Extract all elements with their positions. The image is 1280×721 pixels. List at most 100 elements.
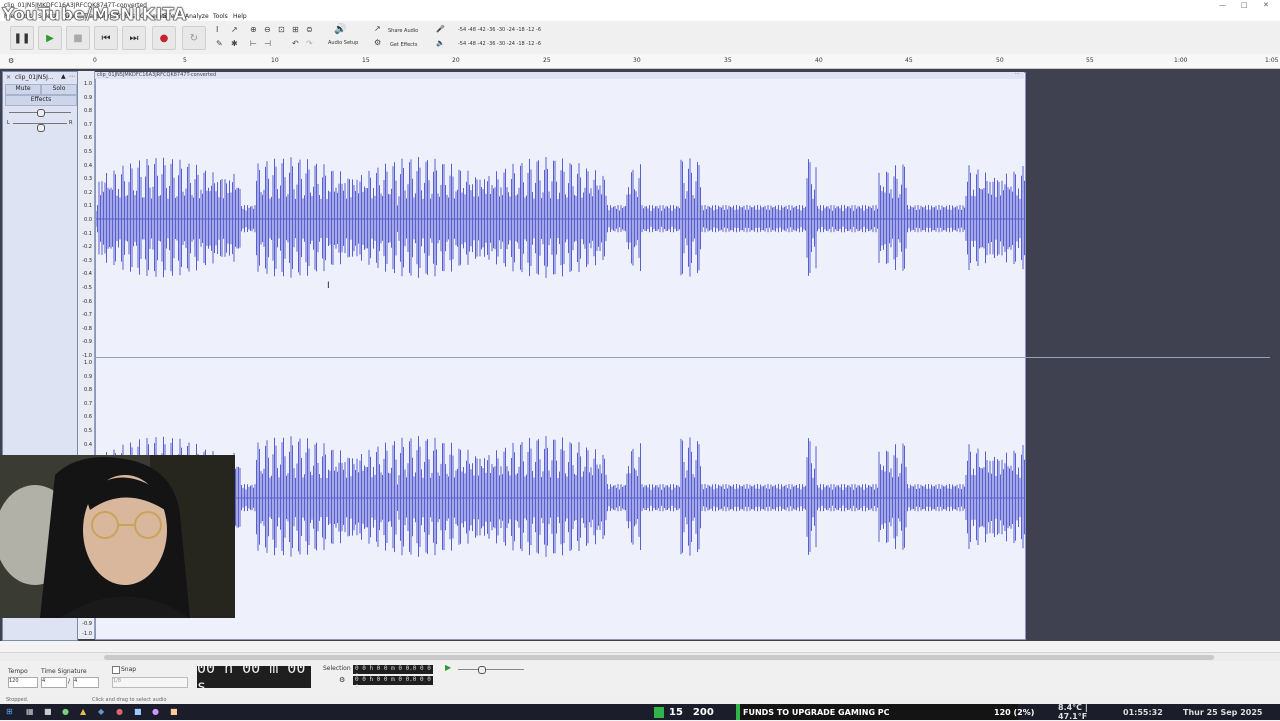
taskbar-app-icon[interactable]: ▲ (80, 707, 86, 716)
amplitude-tick: -0.1 (82, 230, 92, 237)
skip-start-button[interactable]: ⏮ (94, 26, 118, 50)
taskbar-app-icon[interactable]: ▦ (26, 707, 34, 716)
clip-title-bar[interactable]: clip_01JN5JMKDFC16A3JRFCQK8747T-converte… (95, 71, 1024, 79)
waveform[interactable] (96, 73, 1025, 639)
time-signature-separator: / (68, 678, 71, 685)
timeline-ruler[interactable]: ⚙ 0 5 10 15 20 25 30 35 40 45 50 55 1:00… (0, 54, 1280, 69)
effects-button[interactable]: Effects (5, 95, 77, 106)
record-meter-scale[interactable]: -54 -48 -42 -36 -30 -24 -18 -12 -6 (458, 27, 541, 33)
zoom-toggle-icon[interactable]: ⊜ (306, 25, 313, 34)
amplitude-tick: 0.5 (84, 428, 92, 434)
trim-icon[interactable]: ⊢ (250, 39, 257, 48)
close-icon[interactable]: ✕ (1263, 1, 1269, 9)
start-icon[interactable]: ⊞ (6, 707, 13, 716)
amplitude-tick: 0.7 (84, 400, 92, 407)
taskbar-app-icon[interactable]: ◆ (98, 707, 104, 716)
taskbar-app-icon[interactable]: ● (116, 707, 123, 716)
selection-start-field[interactable]: 0 0 h 0 0 m 0 0.0 0 0 s (353, 665, 433, 679)
track-close-icon[interactable]: ✕ (6, 74, 11, 81)
playback-speed-slider[interactable] (458, 669, 524, 670)
tempo-label: Tempo (8, 668, 28, 675)
audio-setup-button[interactable]: Audio Setup (328, 40, 358, 46)
zoom-out-icon[interactable]: ⊖ (264, 25, 271, 34)
amplitude-tick: 0.9 (84, 94, 92, 101)
webcam-overlay (0, 455, 235, 618)
snap-select[interactable]: 1/8 (112, 677, 188, 688)
amplitude-tick: -0.4 (82, 271, 92, 278)
pan-slider-handle[interactable] (37, 124, 45, 132)
snap-checkbox[interactable] (112, 666, 120, 674)
selection-settings-icon[interactable]: ⚙ (339, 676, 345, 684)
taskbar-app-icon[interactable]: ■ (134, 707, 142, 716)
draw-tool-icon[interactable]: ✎ (216, 39, 223, 48)
menu-analyze[interactable]: Analyze (185, 13, 209, 20)
get-effects-button[interactable]: Get Effects (390, 42, 418, 48)
ruler-tick: 15 (362, 57, 370, 64)
record-button[interactable]: ● (152, 26, 176, 50)
fit-project-icon[interactable]: ⊞ (292, 25, 299, 34)
waveform-channel[interactable] (96, 436, 1025, 557)
ruler-tick: 55 (1086, 57, 1094, 64)
track-name[interactable]: clip_01JN5J... (15, 74, 54, 81)
fit-selection-icon[interactable]: ⊡ (278, 25, 285, 34)
playback-meter-scale[interactable]: -54 -48 -42 -36 -30 -24 -18 -12 -6 (458, 41, 541, 47)
pause-button[interactable]: ❚❚ (10, 26, 34, 50)
gain-slider-handle[interactable] (37, 109, 45, 117)
ruler-tick: 1:00 (1174, 57, 1188, 64)
clip-menu-icon[interactable]: ⋯ (1015, 71, 1020, 77)
maximize-icon[interactable]: □ (1241, 1, 1248, 9)
minimize-icon[interactable]: — (1219, 1, 1226, 9)
ruler-tick: 45 (905, 57, 913, 64)
amplitude-tick: 1.0 (84, 360, 92, 366)
multi-tool-icon[interactable]: ✱ (231, 39, 238, 48)
taskbar-app-icon[interactable]: ● (152, 707, 159, 716)
menu-help[interactable]: Help (233, 13, 247, 20)
zoom-in-icon[interactable]: ⊕ (250, 25, 257, 34)
amplitude-tick: -0.3 (82, 257, 92, 264)
speaker-icon[interactable]: 🔊 (334, 24, 346, 35)
counter-color-chip (654, 706, 664, 718)
playback-meter-icon[interactable]: 🔈 (436, 39, 445, 47)
donation-goal-amount: 120 (2%) (994, 707, 1035, 717)
play-at-speed-icon[interactable]: ▶ (445, 663, 451, 672)
time-display[interactable]: 00 h 00 m 00 s (197, 659, 311, 695)
time-signature-numerator[interactable]: 4 (41, 677, 67, 688)
selection-end-field[interactable]: 0 0 h 0 0 m 0 0.0 0 0 s (353, 676, 433, 690)
solo-button[interactable]: Solo (41, 84, 77, 95)
timeline-settings-icon[interactable]: ⚙ (8, 57, 14, 65)
share-audio-button[interactable]: Share Audio (388, 28, 418, 34)
playback-speed-handle[interactable] (478, 666, 486, 674)
time-signature-denominator[interactable]: 4 (73, 677, 99, 688)
selection-label: Selection (323, 665, 351, 672)
ruler-tick: 40 (815, 57, 823, 64)
mute-label: Mute (15, 85, 31, 92)
stop-button[interactable]: ■ (66, 26, 90, 50)
ruler-tick: 50 (996, 57, 1004, 64)
donation-goal-text: FUNDS TO UPGRADE GAMING PC (743, 707, 890, 717)
selection-tool-icon[interactable]: Ⅰ (216, 25, 218, 34)
microphone-icon[interactable]: 🎤 (436, 25, 445, 33)
date-readout: Thur 25 Sep 2025 (1183, 707, 1263, 717)
redo-icon[interactable]: ↷ (306, 39, 313, 48)
skip-end-button[interactable]: ⏭ (122, 26, 146, 50)
track-menu-icon[interactable]: ⋯ (69, 73, 75, 80)
play-button[interactable]: ▶ (38, 26, 62, 50)
i-beam-cursor-icon: Ⅰ (327, 281, 330, 291)
track-collapse-icon[interactable]: ▲ (61, 73, 66, 80)
taskbar-app-icon[interactable]: ■ (44, 707, 52, 716)
amplitude-tick: -0.5 (82, 285, 92, 291)
tempo-input[interactable]: 120 (8, 677, 38, 688)
menu-tools[interactable]: Tools (213, 13, 228, 20)
silence-icon[interactable]: ⊣ (264, 39, 271, 48)
taskbar-app-icon[interactable]: ● (62, 707, 69, 716)
amplitude-tick: 0.6 (84, 414, 92, 421)
taskbar-app-icon[interactable]: ■ (170, 707, 178, 716)
waveform-channel[interactable] (96, 157, 1025, 278)
mute-button[interactable]: Mute (5, 84, 41, 95)
timesig-num-value: 4 (42, 678, 46, 684)
pan-right-label: R (69, 120, 73, 126)
loop-button[interactable]: ↻ (182, 26, 206, 50)
envelope-tool-icon[interactable]: ↗ (231, 25, 238, 34)
amplitude-tick: 1.0 (84, 81, 92, 87)
undo-icon[interactable]: ↶ (292, 39, 299, 48)
